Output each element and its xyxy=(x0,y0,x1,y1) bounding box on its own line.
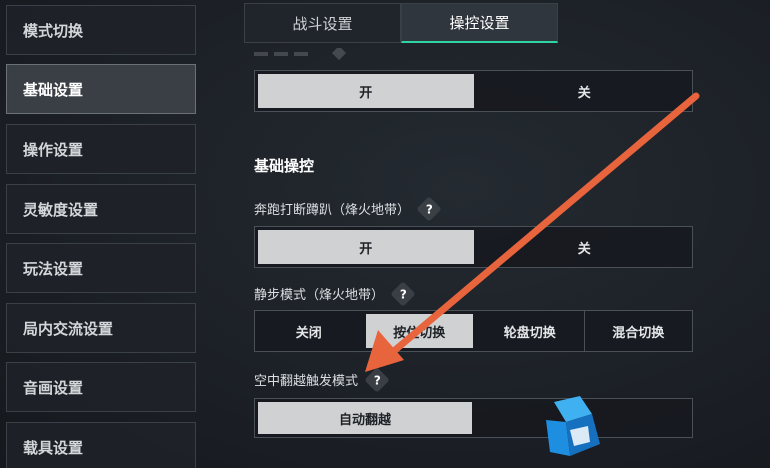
help-icon[interactable]: ? xyxy=(390,280,416,307)
top-on-off-toggle: 开 关 xyxy=(254,70,693,112)
sprint-interrupt-label-row: 奔跑打断蹲趴（烽火地带） ? xyxy=(254,195,442,222)
sidebar-item-label: 音画设置 xyxy=(23,378,84,397)
sidebar-item-label: 局内交流设置 xyxy=(23,319,114,338)
sidebar-item-vehicle-settings[interactable]: 载具设置 xyxy=(6,422,196,468)
scrolled-label-remnant xyxy=(254,48,347,61)
quiet-step-label: 静步模式（烽火地带） xyxy=(254,288,385,303)
sidebar: 模式切换 基础设置 操作设置 灵敏度设置 玩法设置 局内交流设置 音画设置 载具… xyxy=(0,0,200,468)
sidebar-item-operation-settings[interactable]: 操作设置 xyxy=(6,124,196,174)
sidebar-item-gameplay-settings[interactable]: 玩法设置 xyxy=(6,243,196,293)
sidebar-item-communication-settings[interactable]: 局内交流设置 xyxy=(6,303,196,353)
quiet-step-options: 关闭 按住切换 轮盘切换 混合切换 xyxy=(254,310,693,352)
sprint-interrupt-toggle: 开 关 xyxy=(254,226,693,268)
help-icon[interactable]: ? xyxy=(364,366,390,393)
sidebar-item-sensitivity-settings[interactable]: 灵敏度设置 xyxy=(6,184,196,234)
air-vault-option-auto[interactable]: 自动翻越 xyxy=(258,402,472,434)
section-title: 基础操控 xyxy=(254,157,315,175)
sidebar-item-label: 模式切换 xyxy=(23,21,84,40)
top-tabs: 战斗设置 操控设置 xyxy=(244,3,558,43)
sidebar-item-mode-switch[interactable]: 模式切换 xyxy=(6,5,196,55)
quiet-step-option-mixed[interactable]: 混合切换 xyxy=(583,311,693,351)
tab-control-settings[interactable]: 操控设置 xyxy=(401,3,558,43)
quiet-step-option-off[interactable]: 关闭 xyxy=(255,311,363,351)
top-toggle-on-option[interactable]: 开 xyxy=(258,74,474,108)
help-glyph: ? xyxy=(373,372,381,387)
tab-combat-settings[interactable]: 战斗设置 xyxy=(244,3,401,43)
tab-label: 战斗设置 xyxy=(292,14,353,33)
sidebar-item-audio-video-settings[interactable]: 音画设置 xyxy=(6,362,196,412)
air-vault-options: 自动翻越 xyxy=(254,398,693,438)
sidebar-item-label: 载具设置 xyxy=(23,438,84,457)
help-glyph: ? xyxy=(399,286,407,301)
quiet-step-label-row: 静步模式（烽火地带） ? xyxy=(254,280,416,307)
sprint-interrupt-off-option[interactable]: 关 xyxy=(477,227,693,267)
quiet-step-option-wheel[interactable]: 轮盘切换 xyxy=(476,311,584,351)
sidebar-item-basic-settings[interactable]: 基础设置 xyxy=(6,64,196,114)
watermark-logo-icon xyxy=(546,396,600,456)
sidebar-item-label: 灵敏度设置 xyxy=(23,200,99,219)
sprint-interrupt-label: 奔跑打断蹲趴（烽火地带） xyxy=(254,203,411,218)
sidebar-item-label: 操作设置 xyxy=(23,140,84,159)
top-toggle-off-option[interactable]: 关 xyxy=(477,71,693,111)
air-vault-label-row: 空中翻越触发模式 ? xyxy=(254,366,390,393)
tab-label: 操控设置 xyxy=(449,14,510,32)
air-vault-label: 空中翻越触发模式 xyxy=(254,374,359,389)
sidebar-item-label: 基础设置 xyxy=(23,80,84,99)
help-icon[interactable]: ? xyxy=(416,195,442,222)
sprint-interrupt-on-option[interactable]: 开 xyxy=(258,230,474,264)
help-glyph: ? xyxy=(425,201,433,216)
quiet-step-option-hold[interactable]: 按住切换 xyxy=(365,314,473,348)
sidebar-item-label: 玩法设置 xyxy=(23,259,84,278)
